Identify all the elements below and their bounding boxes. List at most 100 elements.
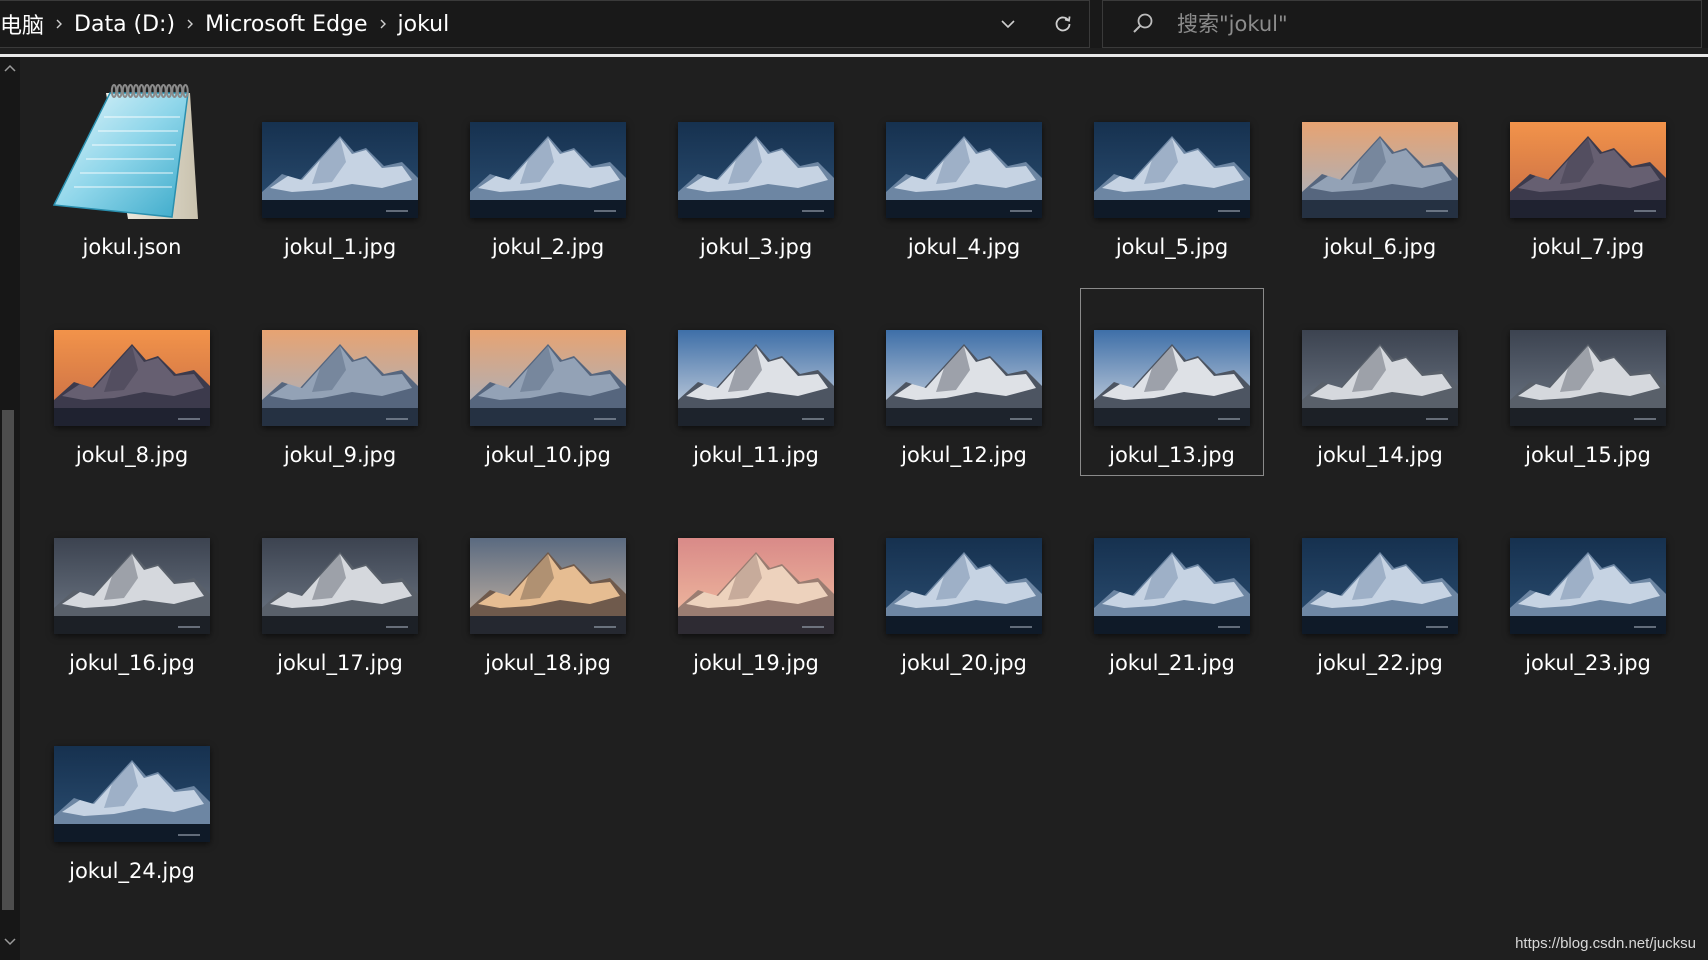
file-item[interactable]: jokul_20.jpg: [872, 496, 1056, 684]
scroll-up-icon[interactable]: [0, 63, 20, 79]
file-thumbnail-area: [456, 289, 640, 435]
file-item[interactable]: jokul_1.jpg: [248, 80, 432, 268]
address-history-dropdown-button[interactable]: [990, 1, 1026, 47]
image-thumbnail: [1510, 538, 1666, 634]
file-name: jokul_6.jpg: [1323, 235, 1437, 259]
file-grid: jokul.json jokul_1.jpg jokul_2.jpg jokul…: [40, 80, 1708, 892]
image-preview: [1302, 122, 1458, 218]
image-thumbnail: [886, 122, 1042, 218]
image-thumbnail: [886, 538, 1042, 634]
image-preview: [1094, 122, 1250, 218]
image-thumbnail: [1094, 330, 1250, 426]
image-thumbnail: [886, 330, 1042, 426]
file-thumbnail-area: [40, 289, 224, 435]
image-thumbnail: [54, 746, 210, 842]
refresh-button[interactable]: [1040, 1, 1086, 47]
image-thumbnail: [470, 538, 626, 634]
scroll-down-icon[interactable]: [0, 937, 20, 953]
file-thumbnail-area: [248, 497, 432, 643]
file-item[interactable]: jokul_23.jpg: [1496, 496, 1680, 684]
file-item[interactable]: jokul_24.jpg: [40, 704, 224, 892]
chevron-right-icon[interactable]: [44, 1, 74, 47]
file-item[interactable]: jokul_6.jpg: [1288, 80, 1472, 268]
breadcrumb-item-this-pc[interactable]: 电脑: [0, 8, 44, 40]
image-thumbnail: [1094, 122, 1250, 218]
file-item[interactable]: jokul_18.jpg: [456, 496, 640, 684]
file-item[interactable]: jokul_17.jpg: [248, 496, 432, 684]
file-thumbnail-area: [872, 497, 1056, 643]
file-name: jokul_22.jpg: [1317, 651, 1443, 675]
image-preview: [54, 330, 210, 426]
file-thumbnail-area: [664, 289, 848, 435]
image-preview: [1510, 122, 1666, 218]
image-preview: [470, 538, 626, 634]
image-preview: [1510, 538, 1666, 634]
file-thumbnail-area: [248, 289, 432, 435]
file-item[interactable]: jokul_10.jpg: [456, 288, 640, 476]
file-item[interactable]: jokul_12.jpg: [872, 288, 1056, 476]
image-thumbnail: [262, 122, 418, 218]
file-item[interactable]: jokul_7.jpg: [1496, 80, 1680, 268]
file-name: jokul_19.jpg: [693, 651, 819, 675]
file-item[interactable]: jokul_2.jpg: [456, 80, 640, 268]
file-name: jokul_7.jpg: [1531, 235, 1645, 259]
file-name: jokul_11.jpg: [693, 443, 819, 467]
chevron-right-icon[interactable]: [175, 1, 205, 47]
file-item[interactable]: jokul_14.jpg: [1288, 288, 1472, 476]
file-thumbnail-area: [40, 705, 224, 851]
file-item[interactable]: jokul_22.jpg: [1288, 496, 1472, 684]
file-item[interactable]: jokul.json: [40, 80, 224, 268]
image-preview: [470, 122, 626, 218]
image-thumbnail: [1302, 122, 1458, 218]
search-box[interactable]: [1102, 0, 1702, 48]
file-name: jokul.json: [82, 235, 182, 259]
file-item[interactable]: jokul_16.jpg: [40, 496, 224, 684]
image-thumbnail: [54, 330, 210, 426]
file-thumbnail-area: [456, 497, 640, 643]
address-bar[interactable]: 电脑 Data (D:) Microsoft Edge jokul: [0, 0, 1090, 48]
file-item[interactable]: jokul_15.jpg: [1496, 288, 1680, 476]
file-item[interactable]: jokul_5.jpg: [1080, 80, 1264, 268]
file-item[interactable]: jokul_13.jpg: [1080, 288, 1264, 476]
file-name: jokul_3.jpg: [699, 235, 813, 259]
file-item[interactable]: jokul_21.jpg: [1080, 496, 1264, 684]
file-item[interactable]: jokul_8.jpg: [40, 288, 224, 476]
file-item[interactable]: jokul_4.jpg: [872, 80, 1056, 268]
file-thumbnail-area: [1080, 81, 1264, 227]
image-preview: [470, 330, 626, 426]
breadcrumb-item-microsoft-edge[interactable]: Microsoft Edge: [205, 12, 367, 37]
chevron-right-icon[interactable]: [368, 1, 398, 47]
file-name: jokul_4.jpg: [907, 235, 1021, 259]
vertical-scrollbar[interactable]: [0, 57, 20, 960]
image-preview: [262, 330, 418, 426]
image-thumbnail: [1302, 538, 1458, 634]
file-name: jokul_10.jpg: [485, 443, 611, 467]
file-name: jokul_14.jpg: [1317, 443, 1443, 467]
file-name: jokul_15.jpg: [1525, 443, 1651, 467]
file-thumbnail-area: [248, 81, 432, 227]
file-thumbnail-area: [1288, 81, 1472, 227]
breadcrumb-item-data-drive[interactable]: Data (D:): [74, 12, 175, 37]
image-preview: [886, 330, 1042, 426]
breadcrumb: 电脑 Data (D:) Microsoft Edge jokul: [0, 1, 449, 47]
file-item[interactable]: jokul_19.jpg: [664, 496, 848, 684]
image-preview: [886, 538, 1042, 634]
file-thumbnail-area: [664, 81, 848, 227]
scrollbar-thumb[interactable]: [2, 410, 14, 910]
file-item[interactable]: jokul_9.jpg: [248, 288, 432, 476]
image-preview: [1094, 538, 1250, 634]
image-preview: [1302, 330, 1458, 426]
file-item[interactable]: jokul_3.jpg: [664, 80, 848, 268]
file-name: jokul_2.jpg: [491, 235, 605, 259]
file-thumbnail-area: [872, 289, 1056, 435]
image-thumbnail: [1510, 122, 1666, 218]
file-thumbnail-area: [456, 81, 640, 227]
file-thumbnail-area: [1080, 497, 1264, 643]
notepad-file-icon: [52, 84, 198, 219]
file-item[interactable]: jokul_11.jpg: [664, 288, 848, 476]
search-input[interactable]: [1163, 4, 1701, 44]
file-thumbnail-area: [40, 81, 224, 227]
breadcrumb-item-jokul[interactable]: jokul: [398, 12, 450, 37]
file-thumbnail-area: [1496, 289, 1680, 435]
image-preview: [1510, 330, 1666, 426]
